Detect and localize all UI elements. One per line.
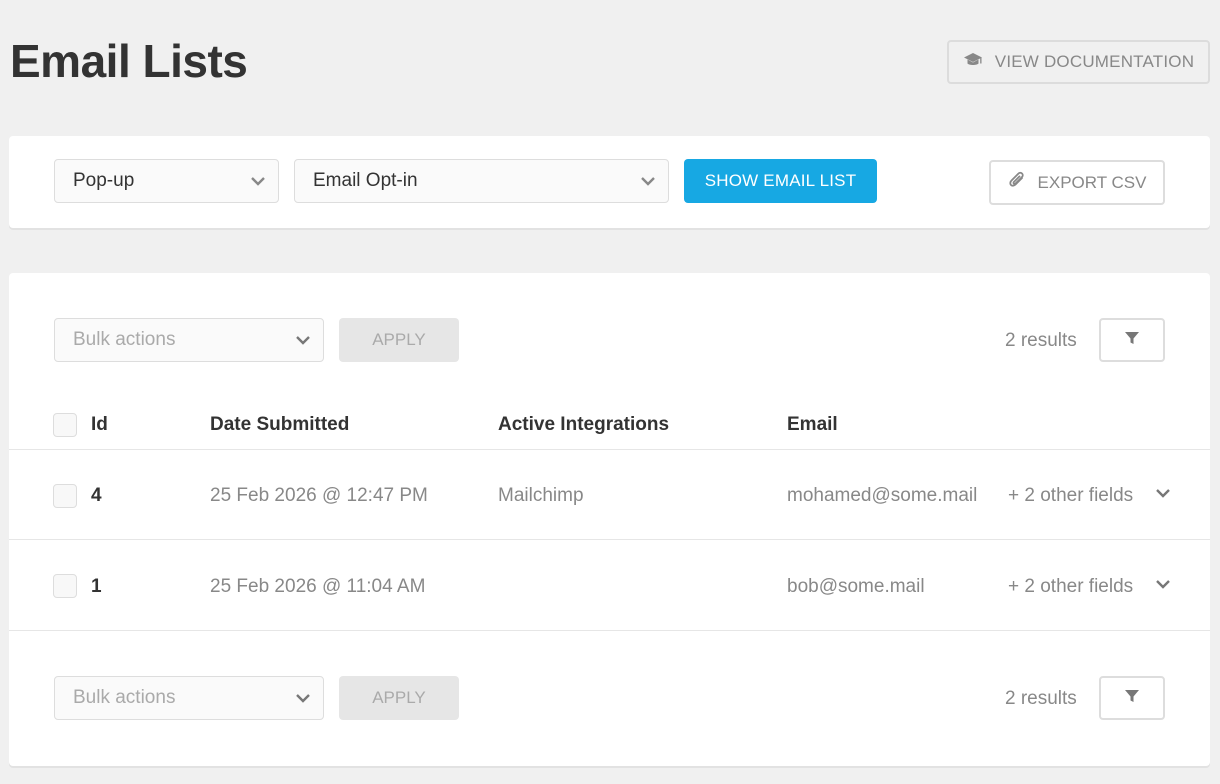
module-type-value: Pop-up (73, 170, 135, 191)
row-id: 4 (91, 485, 102, 506)
chevron-down-icon (295, 332, 311, 354)
row-checkbox[interactable] (53, 574, 77, 598)
show-email-list-button[interactable]: SHOW EMAIL LIST (684, 159, 877, 203)
row-email: mohamed@some.mail (787, 485, 978, 506)
other-fields-label: + 2 other fields (1008, 576, 1134, 597)
bulk-actions-select-bottom[interactable]: Bulk actions (54, 676, 324, 720)
row-date: 25 Feb 2026 @ 12:47 PM (210, 485, 428, 506)
module-name-value: Email Opt-in (313, 170, 418, 191)
export-csv-button[interactable]: EXPORT CSV (989, 160, 1165, 205)
apply-button-top[interactable]: APPLY (339, 318, 459, 362)
chevron-down-icon (295, 690, 311, 712)
filter-panel: Pop-up Email Opt-in SHOW EMAIL LIST EXPO… (9, 136, 1210, 228)
module-type-select[interactable]: Pop-up (54, 159, 279, 203)
export-csv-label: EXPORT CSV (1037, 172, 1147, 192)
filter-icon (1124, 688, 1140, 709)
view-documentation-label: VIEW DOCUMENTATION (994, 52, 1195, 71)
page-title: Email Lists (10, 35, 248, 87)
paperclip-icon (1008, 170, 1026, 195)
filter-button-bottom[interactable] (1099, 676, 1165, 720)
column-header-date: Date Submitted (210, 414, 350, 435)
filter-icon (1124, 330, 1140, 351)
divider (9, 630, 1210, 631)
divider (9, 539, 1210, 540)
results-count-bottom: 2 results (1005, 688, 1077, 709)
view-documentation-button[interactable]: VIEW DOCUMENTATION (947, 40, 1210, 84)
bulk-actions-placeholder: Bulk actions (73, 329, 176, 350)
select-all-checkbox[interactable] (53, 413, 77, 437)
column-header-integrations: Active Integrations (498, 414, 670, 435)
divider (9, 449, 1210, 450)
email-list-panel: Bulk actions APPLY 2 results Id Date Sub… (9, 273, 1210, 766)
other-fields-toggle[interactable]: + 2 other fields (1008, 485, 1171, 507)
other-fields-label: + 2 other fields (1008, 485, 1134, 506)
row-id: 1 (91, 576, 102, 597)
row-email: bob@some.mail (787, 576, 925, 597)
chevron-down-icon (640, 173, 656, 195)
row-integrations: Mailchimp (498, 485, 584, 506)
chevron-down-icon (1155, 576, 1171, 598)
chevron-down-icon (1155, 485, 1171, 507)
filter-button-top[interactable] (1099, 318, 1165, 362)
bulk-actions-select-top[interactable]: Bulk actions (54, 318, 324, 362)
results-count-top: 2 results (1005, 330, 1077, 351)
bulk-actions-placeholder: Bulk actions (73, 687, 176, 708)
other-fields-toggle[interactable]: + 2 other fields (1008, 576, 1171, 598)
chevron-down-icon (250, 173, 266, 195)
column-header-email: Email (787, 414, 838, 435)
graduation-cap-icon (963, 52, 983, 73)
module-name-select[interactable]: Email Opt-in (294, 159, 669, 203)
column-header-id: Id (91, 414, 108, 435)
row-date: 25 Feb 2026 @ 11:04 AM (210, 576, 426, 597)
apply-button-bottom[interactable]: APPLY (339, 676, 459, 720)
row-checkbox[interactable] (53, 484, 77, 508)
